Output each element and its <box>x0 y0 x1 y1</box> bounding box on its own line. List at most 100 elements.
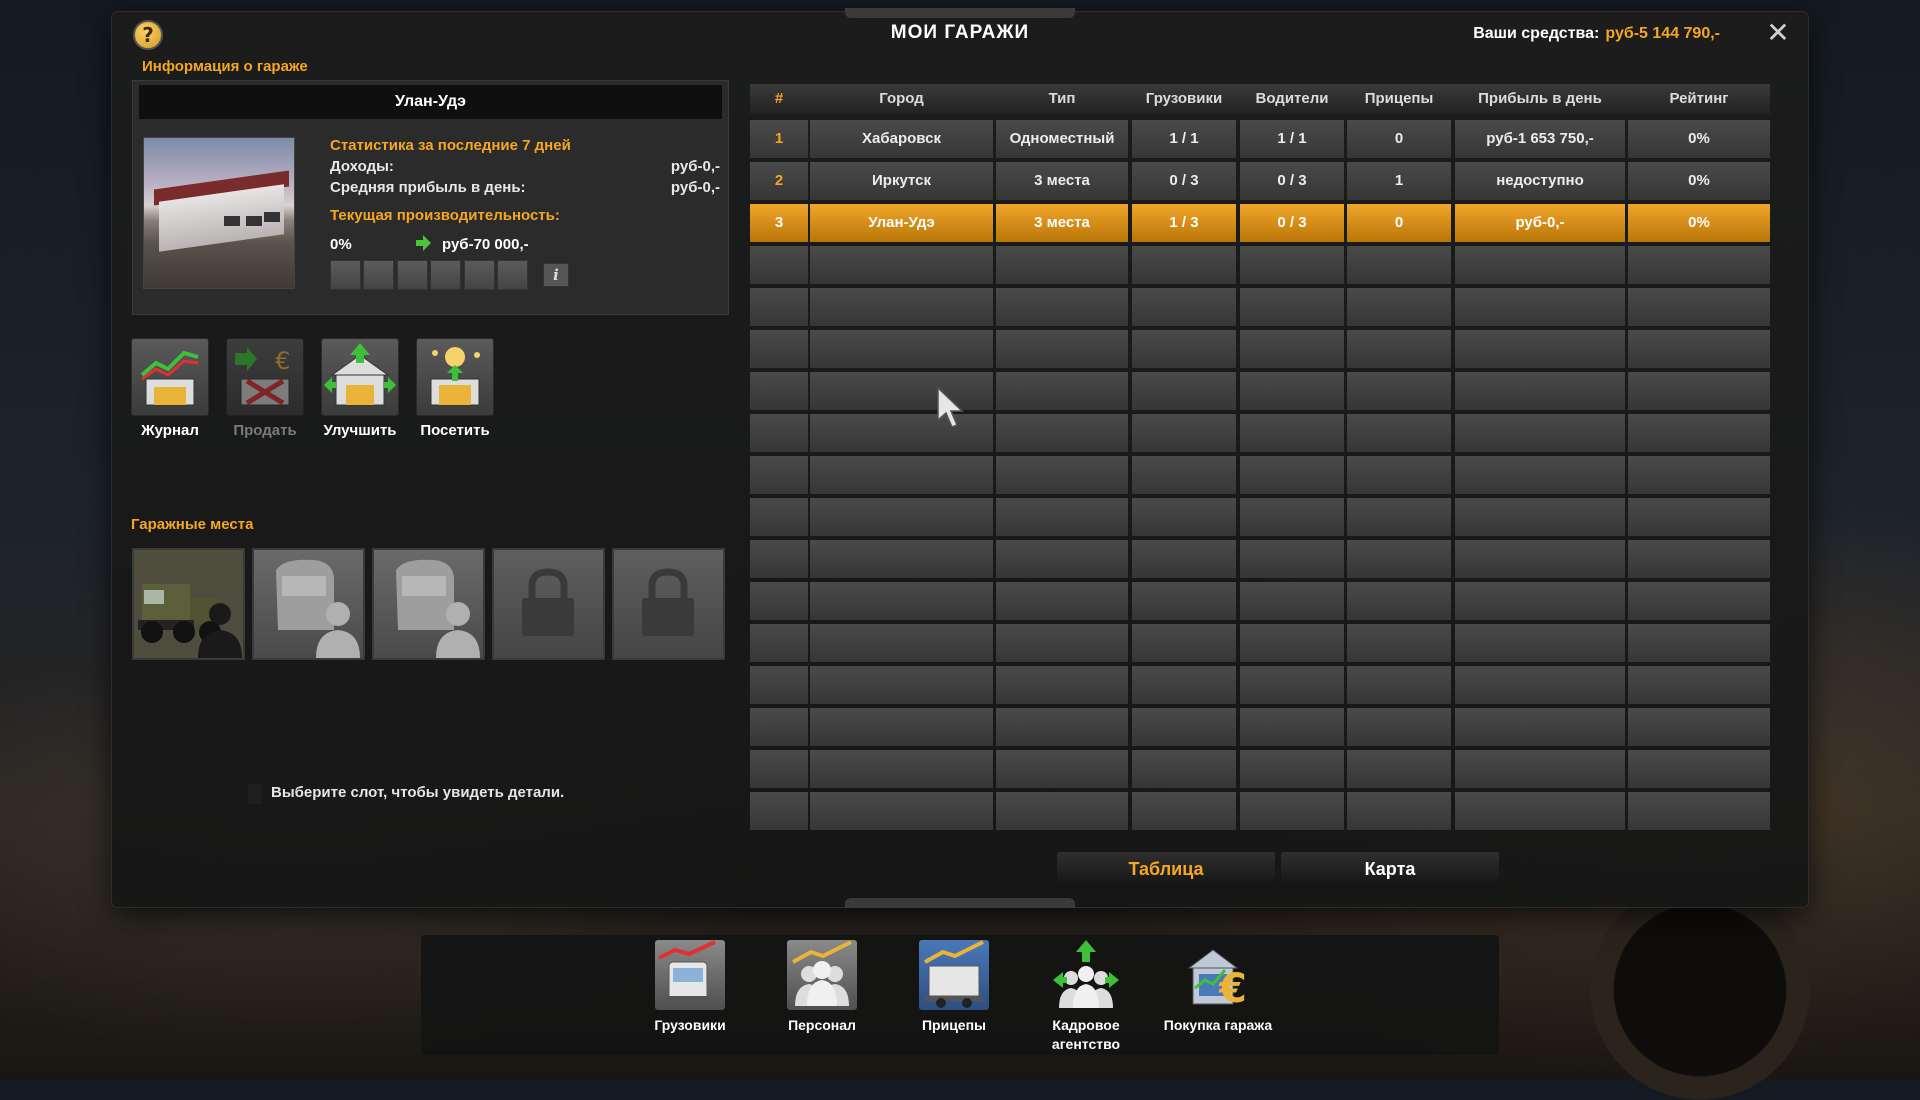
productivity-segment <box>397 260 428 290</box>
cell-trucks <box>1132 246 1236 284</box>
cell-rating <box>1628 582 1770 620</box>
cell-drivers <box>1240 750 1344 788</box>
arrow-right-icon <box>416 235 431 251</box>
productivity-title: Текущая производительность: <box>330 207 560 224</box>
cell-city <box>810 582 993 620</box>
cell-rating <box>1628 708 1770 746</box>
table-header: # Город Тип Грузовики Водители Прицепы П… <box>750 84 1770 114</box>
garage-slot-1[interactable] <box>132 548 245 660</box>
cell-city: Хабаровск <box>810 120 993 158</box>
mouse-cursor-icon <box>937 386 964 428</box>
nav-recruitment-agency[interactable]: Кадровое агентство <box>1026 940 1146 1054</box>
garage-slot-4[interactable] <box>492 548 605 660</box>
cell-number: 2 <box>750 162 808 200</box>
cell-drivers <box>1240 330 1344 368</box>
tab-table[interactable]: Таблица <box>1057 852 1275 886</box>
nav-trucks[interactable]: Грузовики <box>630 940 750 1035</box>
info-icon[interactable]: i <box>543 263 569 287</box>
garage-slot-3[interactable] <box>372 548 485 660</box>
nav-trailers-label: Прицепы <box>921 1017 987 1033</box>
cell-rating <box>1628 624 1770 662</box>
col-header-type[interactable]: Тип <box>996 84 1128 114</box>
cell-city <box>810 246 993 284</box>
cell-rating <box>1628 288 1770 326</box>
cell-rating <box>1628 372 1770 410</box>
cell-rating: 0% <box>1628 120 1770 158</box>
cell-trucks <box>1132 750 1236 788</box>
tab-map[interactable]: Карта <box>1281 852 1499 886</box>
cell-drivers: 0 / 3 <box>1240 204 1344 242</box>
cell-trailers <box>1347 498 1451 536</box>
cell-drivers <box>1240 666 1344 704</box>
cell-type <box>996 372 1128 410</box>
col-header-trucks[interactable]: Грузовики <box>1132 84 1236 114</box>
productivity-value: руб-70 000,- <box>442 236 529 253</box>
cell-trailers <box>1347 330 1451 368</box>
background-wheel <box>1590 880 1810 1100</box>
table-row[interactable]: 2 Иркутск 3 места 0 / 30 / 3 1 недоступно 0% <box>750 162 1770 200</box>
cell-number <box>750 456 808 494</box>
cell-rating <box>1628 456 1770 494</box>
cell-profit <box>1455 330 1625 368</box>
garage-slot-5[interactable] <box>612 548 725 660</box>
cell-drivers <box>1240 414 1344 452</box>
table-row-empty <box>750 498 1770 536</box>
cell-city <box>810 708 993 746</box>
col-header-number[interactable]: # <box>750 84 808 114</box>
cell-number <box>750 792 808 830</box>
cell-city <box>810 666 993 704</box>
cell-drivers <box>1240 582 1344 620</box>
cell-trucks <box>1132 414 1236 452</box>
table-row-empty <box>750 750 1770 788</box>
funds-value: руб-5 144 790,- <box>1605 25 1720 42</box>
funds-label: Ваши средства: <box>1473 25 1600 42</box>
trucks-icon <box>655 940 725 1010</box>
cell-rating <box>1628 792 1770 830</box>
cell-profit: руб-1 653 750,- <box>1455 120 1625 158</box>
nav-staff[interactable]: Персонал <box>762 940 882 1035</box>
cell-trailers <box>1347 582 1451 620</box>
cell-city <box>810 540 993 578</box>
stats-title: Статистика за последние 7 дней <box>330 137 571 154</box>
table-row-empty <box>750 456 1770 494</box>
empty-slot-icon <box>396 559 480 658</box>
select-slot-hint: Выберите слот, чтобы увидеть детали. <box>271 784 565 801</box>
cell-drivers <box>1240 246 1344 284</box>
garage-slots-label: Гаражные места <box>131 516 254 533</box>
help-icon[interactable]: ? <box>133 20 163 50</box>
col-header-drivers[interactable]: Водители <box>1240 84 1344 114</box>
journal-label: Журнал <box>141 422 199 439</box>
nav-trailers[interactable]: Прицепы <box>894 940 1014 1035</box>
cell-number <box>750 666 808 704</box>
table-row[interactable]: 3 Улан-Удэ 3 места 1 / 30 / 3 0 руб-0,- 0% <box>750 204 1770 242</box>
productivity-percent: 0% <box>330 236 352 253</box>
visit-icon <box>416 338 494 416</box>
cell-profit <box>1455 456 1625 494</box>
cell-trucks <box>1132 582 1236 620</box>
income-value: руб-0,- <box>670 158 720 175</box>
close-icon[interactable]: ✕ <box>1763 18 1793 48</box>
productivity-segment <box>330 260 361 290</box>
nav-buy-garage[interactable]: € Покупка гаража <box>1158 940 1278 1035</box>
cell-trucks <box>1132 792 1236 830</box>
cell-rating <box>1628 666 1770 704</box>
table-row[interactable]: 1 Хабаровск Одноместный 1 / 11 / 1 0 руб-1 65… <box>750 120 1770 158</box>
visit-button[interactable]: Посетить <box>415 338 495 440</box>
cell-rating: 0% <box>1628 162 1770 200</box>
income-label: Доходы: <box>330 158 394 175</box>
garage-name: Улан-Удэ <box>139 85 722 119</box>
col-header-profit[interactable]: Прибыль в день <box>1455 84 1625 114</box>
cell-trucks: 1 / 1 <box>1132 120 1236 158</box>
garage-slot-2[interactable] <box>252 548 365 660</box>
col-header-city[interactable]: Город <box>810 84 993 114</box>
cell-trailers <box>1347 666 1451 704</box>
cell-type <box>996 414 1128 452</box>
cell-type: 3 места <box>996 204 1128 242</box>
journal-button[interactable]: Журнал <box>130 338 210 440</box>
upgrade-button[interactable]: Улучшить <box>320 338 400 440</box>
col-header-rating[interactable]: Рейтинг <box>1628 84 1770 114</box>
cell-number: 1 <box>750 120 808 158</box>
col-header-trailers[interactable]: Прицепы <box>1347 84 1451 114</box>
sell-button[interactable]: € Продать <box>225 338 305 440</box>
cell-type: 3 места <box>996 162 1128 200</box>
